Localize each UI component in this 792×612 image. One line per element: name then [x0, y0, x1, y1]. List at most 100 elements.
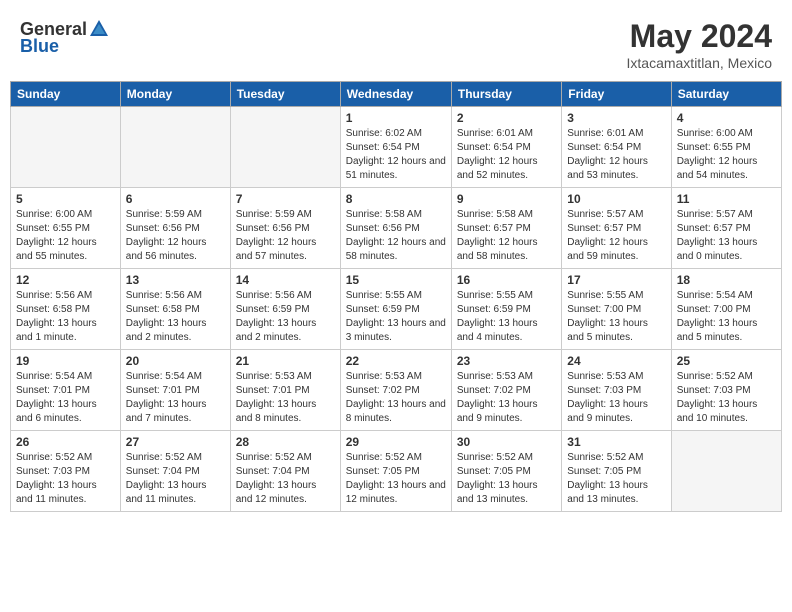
calendar-cell: 11 Sunrise: 5:57 AMSunset: 6:57 PMDayligh… — [671, 188, 781, 269]
day-info: Sunrise: 5:53 AMSunset: 7:02 PMDaylight:… — [346, 370, 446, 426]
calendar-cell: 13Sunrise: 5:56 AMSunset: 6:58 PMDayligh… — [120, 269, 230, 350]
day-info: Sunrise: 5:52 AMSunset: 7:05 PMDaylight:… — [567, 451, 665, 507]
day-info: Sunrise: 5:58 AMSunset: 6:56 PMDaylight:… — [346, 208, 446, 264]
calendar-week-5: 26 Sunrise: 5:52 AMSunset: 7:03 PMDayligh… — [11, 431, 782, 512]
day-number: 18 — [677, 273, 776, 287]
calendar-cell: 7 Sunrise: 5:59 AMSunset: 6:56 PMDaylight… — [230, 188, 340, 269]
day-number: 26 — [16, 435, 115, 449]
day-number: 15 — [346, 273, 446, 287]
day-info: Sunrise: 6:01 AMSunset: 6:54 PMDaylight:… — [457, 127, 556, 183]
calendar-cell: 15 Sunrise: 5:55 AMSunset: 6:59 PMDayligh… — [340, 269, 451, 350]
day-info: Sunrise: 5:52 AMSunset: 7:05 PMDaylight:… — [457, 451, 556, 507]
day-number: 10 — [567, 192, 665, 206]
day-number: 4 — [677, 111, 776, 125]
day-number: 30 — [457, 435, 556, 449]
day-info: Sunrise: 5:52 AMSunset: 7:04 PMDaylight:… — [126, 451, 225, 507]
calendar-table: SundayMondayTuesdayWednesdayThursdayFrid… — [10, 81, 782, 512]
calendar-cell: 3Sunrise: 6:01 AMSunset: 6:54 PMDaylight… — [562, 107, 671, 188]
day-info: Sunrise: 5:54 AMSunset: 7:01 PMDaylight:… — [126, 370, 225, 426]
day-info: Sunrise: 5:59 AMSunset: 6:56 PMDaylight:… — [126, 208, 225, 264]
day-number: 7 — [236, 192, 335, 206]
day-info: Sunrise: 5:58 AMSunset: 6:57 PMDaylight:… — [457, 208, 556, 264]
day-number: 20 — [126, 354, 225, 368]
calendar-cell: 18 Sunrise: 5:54 AMSunset: 7:00 PMDayligh… — [671, 269, 781, 350]
calendar-cell: 5 Sunrise: 6:00 AMSunset: 6:55 PMDaylight… — [11, 188, 121, 269]
calendar-cell: 19Sunrise: 5:54 AMSunset: 7:01 PMDayligh… — [11, 350, 121, 431]
calendar-cell: 20 Sunrise: 5:54 AMSunset: 7:01 PMDayligh… — [120, 350, 230, 431]
day-info: Sunrise: 5:53 AMSunset: 7:03 PMDaylight:… — [567, 370, 665, 426]
day-number: 29 — [346, 435, 446, 449]
day-number: 11 — [677, 192, 776, 206]
calendar-cell: 1Sunrise: 6:02 AMSunset: 6:54 PMDaylight… — [340, 107, 451, 188]
calendar-cell — [120, 107, 230, 188]
day-number: 22 — [346, 354, 446, 368]
day-number: 23 — [457, 354, 556, 368]
day-info: Sunrise: 5:56 AMSunset: 6:58 PMDaylight:… — [16, 289, 115, 345]
day-info: Sunrise: 5:59 AMSunset: 6:56 PMDaylight:… — [236, 208, 335, 264]
day-info: Sunrise: 5:55 AMSunset: 6:59 PMDaylight:… — [457, 289, 556, 345]
day-number: 12 — [16, 273, 115, 287]
day-number: 5 — [16, 192, 115, 206]
day-number: 27 — [126, 435, 225, 449]
calendar-cell: 25 Sunrise: 5:52 AMSunset: 7:03 PMDayligh… — [671, 350, 781, 431]
day-info: Sunrise: 6:00 AMSunset: 6:55 PMDaylight:… — [16, 208, 115, 264]
day-number: 28 — [236, 435, 335, 449]
day-info: Sunrise: 5:52 AMSunset: 7:04 PMDaylight:… — [236, 451, 335, 507]
calendar-cell: 23 Sunrise: 5:53 AMSunset: 7:02 PMDayligh… — [451, 350, 561, 431]
day-number: 6 — [126, 192, 225, 206]
calendar-cell — [11, 107, 121, 188]
title-block: May 2024 Ixtacamaxtitlan, Mexico — [627, 18, 773, 71]
day-number: 31 — [567, 435, 665, 449]
calendar-cell: 6 Sunrise: 5:59 AMSunset: 6:56 PMDaylight… — [120, 188, 230, 269]
day-number: 2 — [457, 111, 556, 125]
calendar-cell: 21 Sunrise: 5:53 AMSunset: 7:01 PMDayligh… — [230, 350, 340, 431]
calendar-cell: 29Sunrise: 5:52 AMSunset: 7:05 PMDayligh… — [340, 431, 451, 512]
day-number: 16 — [457, 273, 556, 287]
day-info: Sunrise: 5:55 AMSunset: 6:59 PMDaylight:… — [346, 289, 446, 345]
day-info: Sunrise: 5:53 AMSunset: 7:01 PMDaylight:… — [236, 370, 335, 426]
day-number: 8 — [346, 192, 446, 206]
calendar-week-2: 5 Sunrise: 6:00 AMSunset: 6:55 PMDaylight… — [11, 188, 782, 269]
day-info: Sunrise: 5:55 AMSunset: 7:00 PMDaylight:… — [567, 289, 665, 345]
weekday-header-row: SundayMondayTuesdayWednesdayThursdayFrid… — [11, 82, 782, 107]
calendar-cell: 9Sunrise: 5:58 AMSunset: 6:57 PMDaylight… — [451, 188, 561, 269]
day-info: Sunrise: 5:57 AMSunset: 6:57 PMDaylight:… — [567, 208, 665, 264]
logo: General Blue — [20, 18, 111, 57]
day-info: Sunrise: 5:57 AMSunset: 6:57 PMDaylight:… — [677, 208, 776, 264]
day-number: 14 — [236, 273, 335, 287]
weekday-header-tuesday: Tuesday — [230, 82, 340, 107]
calendar-cell: 12 Sunrise: 5:56 AMSunset: 6:58 PMDayligh… — [11, 269, 121, 350]
logo-icon — [88, 18, 110, 40]
calendar-week-1: 1Sunrise: 6:02 AMSunset: 6:54 PMDaylight… — [11, 107, 782, 188]
calendar-cell: 26 Sunrise: 5:52 AMSunset: 7:03 PMDayligh… — [11, 431, 121, 512]
day-info: Sunrise: 5:56 AMSunset: 6:58 PMDaylight:… — [126, 289, 225, 345]
calendar-cell: 2 Sunrise: 6:01 AMSunset: 6:54 PMDaylight… — [451, 107, 561, 188]
day-number: 21 — [236, 354, 335, 368]
calendar-cell: 8 Sunrise: 5:58 AMSunset: 6:56 PMDaylight… — [340, 188, 451, 269]
weekday-header-friday: Friday — [562, 82, 671, 107]
calendar-cell: 24 Sunrise: 5:53 AMSunset: 7:03 PMDayligh… — [562, 350, 671, 431]
day-number: 19 — [16, 354, 115, 368]
weekday-header-thursday: Thursday — [451, 82, 561, 107]
calendar-cell: 14Sunrise: 5:56 AMSunset: 6:59 PMDayligh… — [230, 269, 340, 350]
day-info: Sunrise: 6:02 AMSunset: 6:54 PMDaylight:… — [346, 127, 446, 183]
day-number: 24 — [567, 354, 665, 368]
calendar-subtitle: Ixtacamaxtitlan, Mexico — [627, 55, 773, 71]
calendar-cell — [230, 107, 340, 188]
calendar-cell: 22 Sunrise: 5:53 AMSunset: 7:02 PMDayligh… — [340, 350, 451, 431]
weekday-header-wednesday: Wednesday — [340, 82, 451, 107]
day-number: 17 — [567, 273, 665, 287]
day-info: Sunrise: 5:52 AMSunset: 7:03 PMDaylight:… — [677, 370, 776, 426]
calendar-cell: 30 Sunrise: 5:52 AMSunset: 7:05 PMDayligh… — [451, 431, 561, 512]
calendar-cell: 16 Sunrise: 5:55 AMSunset: 6:59 PMDayligh… — [451, 269, 561, 350]
page-header: General Blue May 2024 Ixtacamaxtitlan, M… — [10, 10, 782, 75]
calendar-cell: 4Sunrise: 6:00 AMSunset: 6:55 PMDaylight… — [671, 107, 781, 188]
day-info: Sunrise: 5:54 AMSunset: 7:00 PMDaylight:… — [677, 289, 776, 345]
day-number: 25 — [677, 354, 776, 368]
day-info: Sunrise: 5:52 AMSunset: 7:03 PMDaylight:… — [16, 451, 115, 507]
calendar-body: 1Sunrise: 6:02 AMSunset: 6:54 PMDaylight… — [11, 107, 782, 512]
weekday-header-saturday: Saturday — [671, 82, 781, 107]
day-info: Sunrise: 5:53 AMSunset: 7:02 PMDaylight:… — [457, 370, 556, 426]
day-number: 3 — [567, 111, 665, 125]
calendar-cell — [671, 431, 781, 512]
